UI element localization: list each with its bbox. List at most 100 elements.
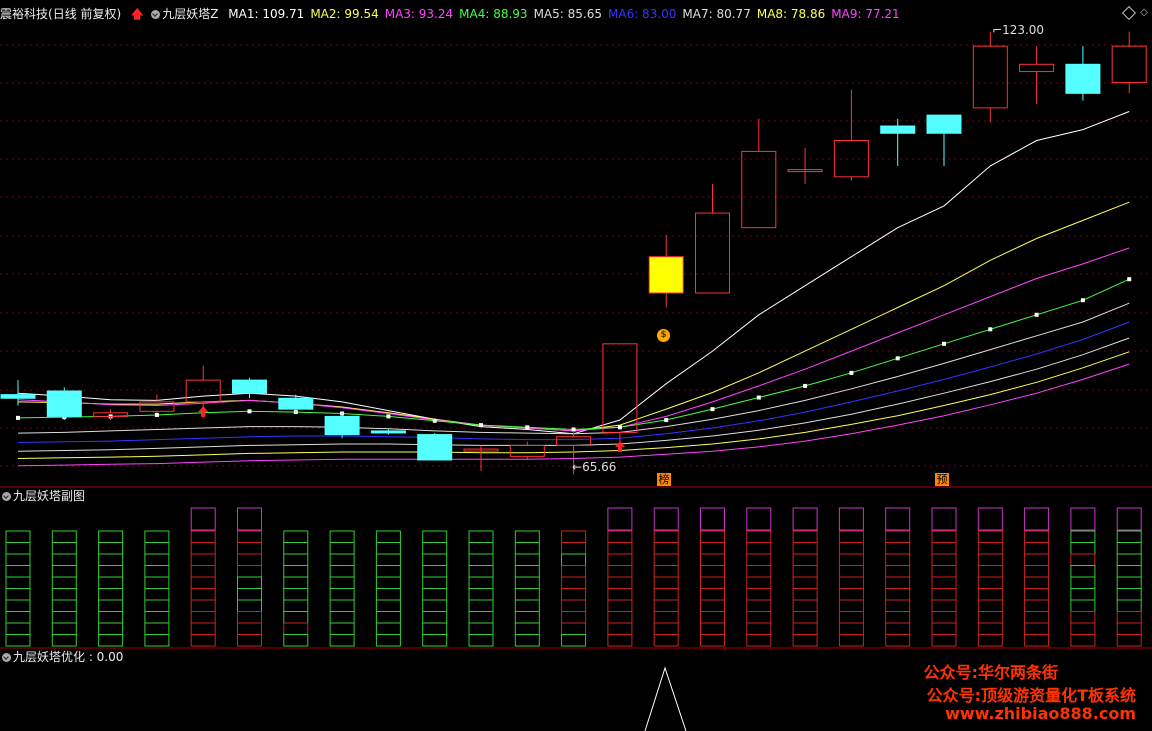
tower-cell [375, 634, 401, 647]
tower-top-cell [838, 507, 864, 531]
ma-dot [386, 414, 391, 419]
tower-cell [792, 565, 818, 578]
optimize-signal-line [644, 666, 687, 731]
ma-dot [895, 356, 900, 361]
tower-cell [1070, 634, 1096, 647]
tower-cell [838, 576, 864, 589]
sub-panel-title[interactable]: 九层妖塔副图 [13, 489, 85, 503]
tower-cell [5, 634, 31, 647]
tower-cell [977, 576, 1003, 589]
low-price-label: ←65.66 [572, 460, 617, 474]
tower-cell [607, 565, 633, 578]
tower-cell [5, 530, 31, 543]
tower-cell [144, 634, 170, 647]
tower-cell [283, 622, 309, 635]
ma-dot [1034, 312, 1039, 317]
tower-cell [1116, 553, 1142, 566]
ma-dot [803, 383, 808, 388]
candle-body [185, 379, 221, 403]
tower-cell [190, 634, 216, 647]
tower-cell [514, 599, 540, 612]
tower-cell [1024, 622, 1050, 635]
tower-cell [561, 530, 587, 543]
tower-cell [98, 542, 124, 555]
tower-cell [607, 542, 633, 555]
tower-cell [792, 553, 818, 566]
tower-cell [468, 599, 494, 612]
bottom-indicator-menu-icon[interactable] [2, 653, 11, 662]
tower-cell [190, 588, 216, 601]
tower-cell [746, 542, 772, 555]
tower-cell [190, 542, 216, 555]
ma-label-5: MA5: 85.65 [533, 7, 602, 21]
tower-cell [700, 565, 725, 578]
tower-cell [98, 530, 124, 543]
tower-cell [98, 588, 124, 601]
tower-cell [51, 611, 77, 624]
tower-cell [98, 599, 124, 612]
chart-canvas[interactable] [0, 0, 1152, 731]
tower-cell [885, 576, 911, 589]
ma-label-9: MA9: 77.21 [831, 7, 900, 21]
tower-cell [237, 622, 262, 635]
candle-body [972, 45, 1008, 109]
tower-cell [653, 634, 679, 647]
tower-cell [838, 611, 864, 624]
tower-cell [1070, 611, 1096, 624]
tower-cell [422, 565, 448, 578]
tower-cell [746, 553, 772, 566]
tower-cell [885, 588, 911, 601]
watermark-line-1: 公众号:华尔两条街 [923, 663, 1058, 682]
chevron-down-icon[interactable]: ◇ [1140, 7, 1148, 18]
ma-dot [154, 412, 159, 417]
tower-cell [329, 565, 355, 578]
tower-cell [700, 553, 725, 566]
tower-cell [422, 588, 448, 601]
tower-cell [653, 542, 679, 555]
tower-cell [607, 576, 633, 589]
tower-cell [792, 542, 818, 555]
tower-top-cell [792, 507, 818, 531]
tower-cell [607, 634, 633, 647]
tower-cell [561, 634, 587, 647]
tower-cell [1024, 542, 1050, 555]
ma-dot [525, 425, 530, 430]
indicator-menu-icon[interactable] [151, 10, 161, 19]
ma-label-7: MA7: 80.77 [682, 7, 751, 21]
tower-cell [329, 622, 355, 635]
tower-cell [561, 576, 587, 589]
candle-body [278, 397, 314, 410]
tower-cell [838, 530, 864, 543]
ma-label-8: MA8: 78.86 [756, 7, 826, 21]
tower-cell [931, 542, 957, 555]
buy-arrow-icon [198, 406, 209, 417]
tower-cell [98, 634, 124, 647]
tower-top-cell [700, 507, 725, 531]
tower-cell [885, 530, 911, 543]
ma-dot [988, 327, 993, 332]
stock-name[interactable]: 震裕科技 [0, 7, 48, 21]
tower-cell [746, 576, 772, 589]
tower-top-cell [1070, 507, 1096, 531]
indicator-name[interactable]: 九层妖塔Z [162, 7, 218, 21]
tower-cell [838, 634, 864, 647]
tower-cell [977, 542, 1003, 555]
tower-cell [375, 530, 401, 543]
tower-cell [237, 576, 262, 589]
ma-legend: MA1: 109.71 MA2: 99.54 MA3: 93.24 MA4: 88.9… [228, 7, 905, 21]
tower-cell [931, 622, 957, 635]
bottom-panel-title[interactable]: 九层妖塔优化 : 0.00 [13, 650, 123, 664]
ma-line-5 [17, 302, 1130, 435]
tower-cell [1070, 588, 1096, 601]
low-arrow-icon: ← [572, 460, 583, 474]
tower-cell [700, 634, 725, 647]
tower-cell [792, 576, 818, 589]
sub-indicator-menu-icon[interactable] [2, 492, 11, 501]
tower-cell [468, 530, 494, 543]
watermark-line-3: www.zhibiao888.com [945, 704, 1136, 723]
tower-cell [607, 599, 633, 612]
tower-cell [283, 611, 309, 624]
tower-top-cell [931, 507, 957, 531]
tower-cell [237, 542, 262, 555]
tower-cell [1116, 611, 1142, 624]
